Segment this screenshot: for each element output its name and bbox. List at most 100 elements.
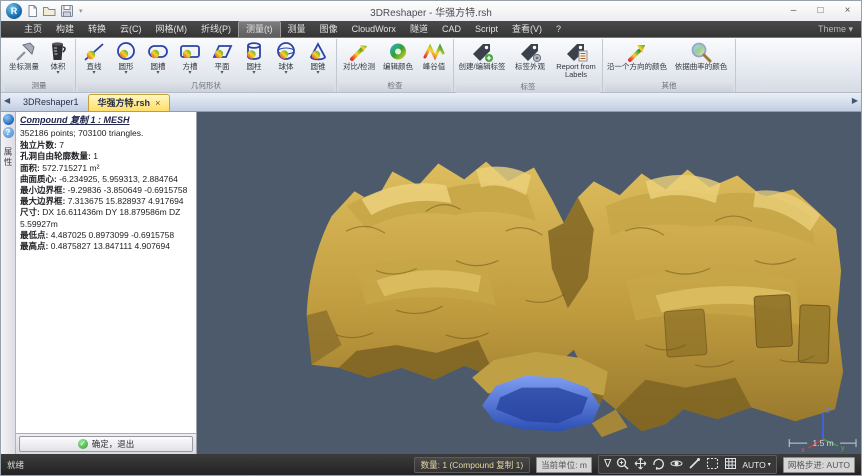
tab-scroll-right-icon[interactable]: ▶ [852,96,858,105]
chevron-down-icon[interactable]: ▾ [124,71,127,76]
selection-rectangle-icon[interactable] [706,457,719,472]
menu-view[interactable]: 查看(V) [505,21,549,37]
circle-button[interactable]: 圆形 ▾ [110,39,142,76]
line-icon [82,40,106,63]
filter-nabla-icon[interactable]: ∇ [604,459,611,470]
tag-report-icon [563,40,589,63]
cylinder-button[interactable]: 圆柱 ▾ [238,39,270,76]
view-sphere-icon[interactable] [3,114,14,125]
menu-cloud[interactable]: 云(C) [113,21,149,37]
menu-home[interactable]: 主页 [17,21,49,37]
theme-selector[interactable]: Theme ▾ [810,21,861,37]
round-slot-button[interactable]: 圆槽 ▾ [142,39,174,76]
curvature-magnifier-icon [689,40,713,63]
svg-text:1.5 m: 1.5 m [813,438,834,448]
object-title: Compound 复制 1 : MESH [20,115,192,127]
rotate-view-icon[interactable] [652,457,665,472]
qat-dropdown-icon[interactable]: ▾ [79,7,83,15]
square-slot-button[interactable]: 方槽 ▾ [174,39,206,76]
3d-viewport[interactable]: z x y 1.5 m [197,112,861,454]
menu-mesh[interactable]: 网格(M) [149,21,195,37]
property-row: 最小边界框: -9.29836 -3.850649 -0.6915758 [20,185,192,196]
properties-panel: Compound 复制 1 : MESH 352186 points; 7031… [16,112,197,454]
menu-transform[interactable]: 转换 [81,21,113,37]
viewport-toolbar: ∇ AUTO ▾ [598,455,777,474]
ribbon-group-measure: 坐标测量 体积 ▾ 测量 [3,39,76,92]
close-button[interactable]: × [834,1,861,21]
maximize-button[interactable]: □ [807,1,834,21]
chevron-down-icon[interactable]: ▾ [284,71,287,76]
quick-access-toolbar: ▾ [26,4,83,18]
measure-pencil-icon[interactable] [688,457,701,472]
group-label-inspect: 检查 [339,80,451,92]
create-edit-label-button[interactable]: 创建/编辑标签 [456,39,508,71]
chevron-down-icon[interactable]: ▾ [56,71,59,76]
menu-construct[interactable]: 构建 [49,21,81,37]
color-along-direction-button[interactable]: 沿一个方向的颜色 [605,39,669,71]
selection-count[interactable]: 数量: 1 (Compound 复制 1) [414,457,531,473]
panel-footer: ✓ 确定，退出 [16,433,196,454]
chevron-down-icon[interactable]: ▾ [188,71,191,76]
properties-tab-label[interactable]: 属性 [2,147,14,168]
color-by-curvature-button[interactable]: 依据曲率的颜色 [669,39,733,71]
zoom-icon[interactable] [616,457,629,472]
open-file-icon[interactable] [42,4,57,18]
menu-measure-active[interactable]: 测量(t) [238,21,281,37]
compare-inspect-button[interactable]: 对比/检测 [339,39,379,71]
menu-polyline[interactable]: 折线(P) [194,21,238,37]
chevron-down-icon[interactable]: ▾ [92,71,95,76]
line-button[interactable]: 直线 ▾ [78,39,110,76]
auto-mode-dropdown[interactable]: AUTO ▾ [742,460,770,470]
cone-icon [306,40,330,63]
mesh-3d-model[interactable]: z x y 1.5 m [197,112,861,454]
save-icon[interactable] [60,4,74,18]
orbit-icon[interactable] [670,457,683,472]
volume-button[interactable]: 体积 ▾ [43,39,73,76]
chevron-down-icon[interactable]: ▾ [156,71,159,76]
side-icon-strip: ? 属性 [1,112,16,454]
edit-colors-button[interactable]: 编辑颜色 [379,39,417,71]
sphere-button[interactable]: 球体 ▾ [270,39,302,76]
chevron-down-icon[interactable]: ▾ [316,71,319,76]
peak-valley-icon [422,40,446,63]
ok-exit-button[interactable]: ✓ 确定，退出 [19,436,193,452]
ribbon-group-other: 沿一个方向的颜色 依据曲率的颜色 其他 [603,39,736,92]
label-appearance-button[interactable]: 标签外观 [508,39,552,71]
menu-script[interactable]: Script [468,21,505,37]
doc-tab-active[interactable]: 华强方特.rsh × [88,94,171,111]
sphere-icon [274,40,298,63]
property-row: 最高点: 0.4875827 13.847111 4.907694 [20,241,192,252]
grid-icon[interactable] [724,457,737,472]
menu-tunnel[interactable]: 隧道 [403,21,435,37]
menu-cloudworx[interactable]: CloudWorx [345,21,403,37]
menu-measure2[interactable]: 测量 [281,21,313,37]
app-window: R ▾ 3DReshaper - 华强方特.rsh – □ × 主页 构建 转换… [0,0,862,476]
new-document-icon[interactable] [26,4,39,18]
group-label-measure: 测量 [5,80,73,92]
peak-valley-button[interactable]: 峰谷值 [417,39,451,71]
cone-button[interactable]: 圆锥 ▾ [302,39,334,76]
menu-help[interactable]: ? [549,21,568,37]
ribbon: 坐标测量 体积 ▾ 测量 直线 ▾ 圆形 ▾ [1,37,861,93]
report-from-labels-button[interactable]: Report from Labels [552,39,600,80]
doc-tab-3dreshaper1[interactable]: 3DReshaper1 [14,94,88,111]
tab-close-icon[interactable]: × [155,95,160,112]
scale-bar: 1.5 m [789,438,856,448]
pan-icon[interactable] [634,457,647,472]
hammer-icon [12,40,36,63]
svg-text:z: z [826,405,830,414]
edit-colors-icon [386,40,410,63]
menu-cad[interactable]: CAD [435,21,468,37]
cylinder-icon [242,40,266,63]
coordinate-measure-button[interactable]: 坐标测量 [5,39,43,71]
window-controls: – □ × [780,1,861,21]
plane-button[interactable]: 平面 ▾ [206,39,238,76]
minimize-button[interactable]: – [780,1,807,21]
chevron-down-icon[interactable]: ▾ [252,71,255,76]
menu-image[interactable]: 图像 [313,21,345,37]
tab-scroll-left-icon[interactable]: ◀ [4,96,10,105]
chevron-down-icon[interactable]: ▾ [220,71,223,76]
status-ready: 就绪 [7,459,24,471]
app-logo[interactable]: R [6,3,22,19]
help-icon[interactable]: ? [3,127,14,138]
